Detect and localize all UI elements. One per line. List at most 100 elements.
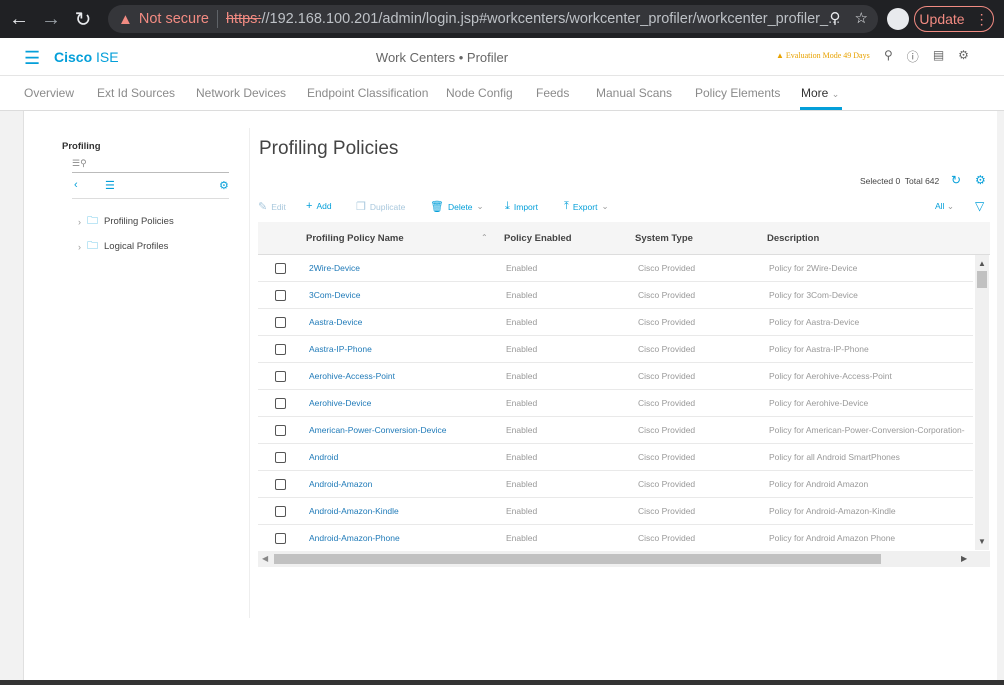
scroll-up-arrow-icon[interactable]: ▲	[978, 259, 986, 268]
policy-name-link[interactable]: Android-Amazon-Kindle	[309, 506, 499, 516]
row-checkbox[interactable]	[275, 479, 286, 490]
policy-name-link[interactable]: Aastra-Device	[309, 317, 499, 327]
column-header-description[interactable]: Description	[767, 233, 819, 244]
policy-description: Policy for Aerohive-Device	[769, 398, 869, 408]
table-row[interactable]: Aerohive-Device Enabled Cisco Provided Poli…	[258, 390, 973, 417]
tab-overview[interactable]: Overview	[24, 86, 74, 100]
policy-name-link[interactable]: American-Power-Conversion-Device	[309, 425, 499, 435]
policy-name-link[interactable]: Aerohive-Access-Point	[309, 371, 499, 381]
horizontal-scrollbar[interactable]: ◀ ▶	[258, 551, 990, 567]
policy-enabled: Enabled	[506, 533, 538, 543]
policy-name-link[interactable]: 3Com-Device	[309, 290, 499, 300]
horizontal-scroll-thumb[interactable]	[274, 554, 881, 564]
policy-name-link[interactable]: Aastra-IP-Phone	[309, 344, 499, 354]
row-checkbox[interactable]	[275, 317, 286, 328]
reload-icon[interactable]: ↻	[70, 6, 96, 32]
import-button[interactable]: ⤓ Import	[505, 200, 538, 213]
column-header-name[interactable]: Profiling Policy Name	[306, 233, 404, 244]
back-arrow-icon[interactable]: ←	[6, 6, 32, 32]
sort-ascending-icon[interactable]: ⌃	[481, 233, 488, 242]
browser-toolbar: ← → ↻ ▲ Not secure https: //192.168.100.…	[0, 0, 1004, 38]
forward-arrow-icon[interactable]: →	[38, 6, 64, 32]
row-checkbox[interactable]	[275, 398, 286, 409]
column-header-system-type[interactable]: System Type	[635, 233, 693, 244]
row-checkbox[interactable]	[275, 506, 286, 517]
table-toolbar: ✎ Edit + Add ❐ Duplicate 🗑 Delete ⌄ ⤓ Im…	[258, 200, 998, 214]
policy-name-link[interactable]: Android-Amazon	[309, 479, 499, 489]
sidebar-gear-icon[interactable]: ⚙	[219, 179, 229, 192]
table-header: Profiling Policy Name ⌃ Policy Enabled S…	[258, 222, 990, 255]
table-row[interactable]: Android-Amazon-Kindle Enabled Cisco Provid…	[258, 498, 973, 525]
sidebar-search-icon[interactable]: ☰⚲	[72, 158, 87, 169]
folder-icon: 🗀	[87, 240, 98, 252]
vertical-scroll-thumb[interactable]	[977, 271, 987, 288]
update-button[interactable]: Update ⋮	[914, 6, 994, 32]
help-icon[interactable]: ⓘ	[907, 48, 919, 65]
filter-funnel-icon[interactable]: ▽	[975, 199, 984, 213]
tab-more[interactable]: More ⌄	[801, 86, 839, 100]
table-body: 2Wire-Device Enabled Cisco Provided Policy …	[258, 255, 973, 545]
refresh-icon[interactable]: ↻	[951, 173, 961, 187]
tab-node-config[interactable]: Node Config	[446, 86, 513, 100]
export-label: Export	[572, 201, 598, 212]
bookmark-star-icon[interactable]: ☆	[855, 9, 868, 27]
plus-icon: +	[306, 200, 313, 212]
collapse-left-icon[interactable]: ‹	[74, 179, 78, 191]
sidebar-item-profiling-policies[interactable]: › 🗀 Profiling Policies	[78, 212, 174, 231]
notifications-icon[interactable]: ▤	[933, 48, 944, 65]
table-row[interactable]: Aerohive-Access-Point Enabled Cisco Provid…	[258, 363, 973, 390]
policy-name-link[interactable]: Android-Amazon-Phone	[309, 533, 499, 543]
duplicate-button[interactable]: ❐ Duplicate	[356, 200, 405, 213]
tree-view-icon[interactable]: ☰	[105, 179, 115, 192]
policy-name-link[interactable]: 2Wire-Device	[309, 263, 499, 273]
add-button[interactable]: + Add	[306, 200, 332, 212]
tab-network-devices[interactable]: Network Devices	[196, 86, 286, 100]
table-row[interactable]: Android Enabled Cisco Provided Policy for a…	[258, 444, 973, 471]
tab-ext-id-sources[interactable]: Ext Id Sources	[97, 86, 175, 100]
tab-feeds[interactable]: Feeds	[536, 86, 569, 100]
table-row[interactable]: American-Power-Conversion-Device Enabled C…	[258, 417, 973, 444]
table-row[interactable]: 3Com-Device Enabled Cisco Provided Policy f…	[258, 282, 973, 309]
row-checkbox[interactable]	[275, 371, 286, 382]
policy-name-link[interactable]: Aerohive-Device	[309, 398, 499, 408]
row-checkbox[interactable]	[275, 533, 286, 544]
profile-avatar[interactable]	[887, 8, 909, 30]
scroll-left-arrow-icon[interactable]: ◀	[262, 554, 268, 563]
table-row[interactable]: 2Wire-Device Enabled Cisco Provided Policy …	[258, 255, 973, 282]
quick-filter-value: All	[935, 201, 945, 211]
selection-summary: Selected 0 Total 642	[860, 176, 939, 186]
trash-icon: 🗑	[430, 201, 444, 213]
table-row[interactable]: Android-Amazon Enabled Cisco Provided Polic…	[258, 471, 973, 498]
edit-button[interactable]: ✎ Edit	[258, 200, 286, 213]
table-row[interactable]: Android-Amazon-Phone Enabled Cisco Provide…	[258, 525, 973, 545]
tab-manual-scans[interactable]: Manual Scans	[596, 86, 672, 100]
sidebar-item-label: Logical Profiles	[104, 241, 169, 252]
policy-name-link[interactable]: Android	[309, 452, 499, 462]
sidebar-item-label: Profiling Policies	[104, 216, 174, 227]
scroll-right-arrow-icon[interactable]: ▶	[961, 554, 967, 563]
row-checkbox[interactable]	[275, 344, 286, 355]
table-row[interactable]: Aastra-Device Enabled Cisco Provided Policy…	[258, 309, 973, 336]
tab-endpoint-classification[interactable]: Endpoint Classification	[307, 86, 428, 100]
table-row[interactable]: Aastra-IP-Phone Enabled Cisco Provided Poli…	[258, 336, 973, 363]
row-checkbox[interactable]	[275, 452, 286, 463]
policy-description: Policy for 3Com-Device	[769, 290, 858, 300]
row-checkbox[interactable]	[275, 263, 286, 274]
tab-policy-elements[interactable]: Policy Elements	[695, 86, 780, 100]
sidebar-item-logical-profiles[interactable]: › 🗀 Logical Profiles	[78, 237, 168, 256]
vertical-scrollbar[interactable]: ▲ ▼	[975, 255, 989, 550]
table-settings-gear-icon[interactable]: ⚙	[975, 173, 986, 187]
column-header-enabled[interactable]: Policy Enabled	[504, 233, 572, 244]
evaluation-mode-badge[interactable]: ▲ Evaluation Mode 49 Days	[776, 51, 870, 60]
policy-enabled: Enabled	[506, 479, 538, 489]
zoom-icon[interactable]: ⚲	[830, 9, 841, 27]
quick-filter-select[interactable]: All ⌄	[935, 201, 954, 212]
scroll-down-arrow-icon[interactable]: ▼	[978, 537, 986, 546]
row-checkbox[interactable]	[275, 425, 286, 436]
delete-button[interactable]: 🗑 Delete ⌄	[430, 200, 484, 213]
search-icon[interactable]: ⚲	[884, 48, 893, 65]
row-checkbox[interactable]	[275, 290, 286, 301]
address-bar[interactable]: ▲ Not secure https: //192.168.100.201/ad…	[108, 5, 878, 33]
settings-gear-icon[interactable]: ⚙	[958, 48, 969, 65]
export-button[interactable]: ⤒ Export ⌄	[564, 200, 609, 213]
